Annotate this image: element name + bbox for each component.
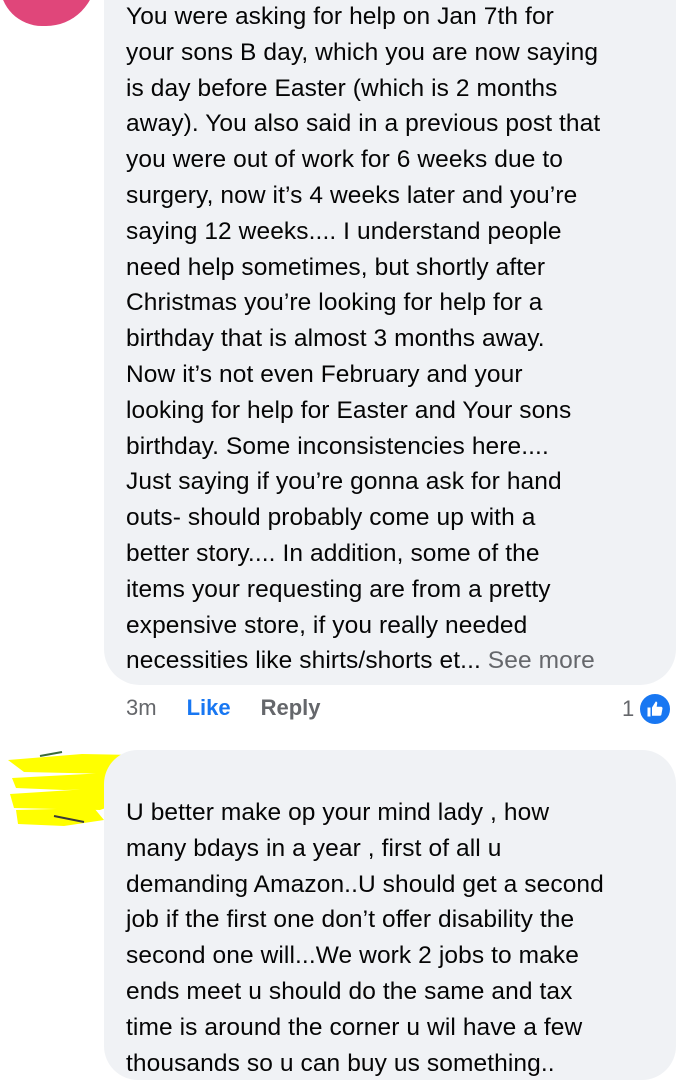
thumbs-up-icon	[638, 692, 673, 726]
comment-timestamp[interactable]: 3m	[126, 695, 157, 721]
reaction-summary[interactable]: 1	[622, 692, 673, 726]
avatar[interactable]	[0, 0, 96, 26]
like-button[interactable]: Like	[187, 695, 231, 721]
comment-body: U better make op your mind lady , how ma…	[126, 799, 604, 1077]
comment-bubble: U better make op your mind lady , how ma…	[104, 750, 676, 1080]
reaction-count: 1	[622, 696, 635, 721]
comment-text: You were asking for help on Jan 7th for …	[126, 0, 658, 679]
see-more-link[interactable]: See more	[488, 647, 595, 674]
comment-bubble: You were asking for help on Jan 7th for …	[104, 0, 676, 685]
reply-button[interactable]: Reply	[261, 695, 321, 721]
comment-body: You were asking for help on Jan 7th for …	[126, 3, 601, 675]
comment-actions: 3m Like Reply	[126, 690, 351, 726]
